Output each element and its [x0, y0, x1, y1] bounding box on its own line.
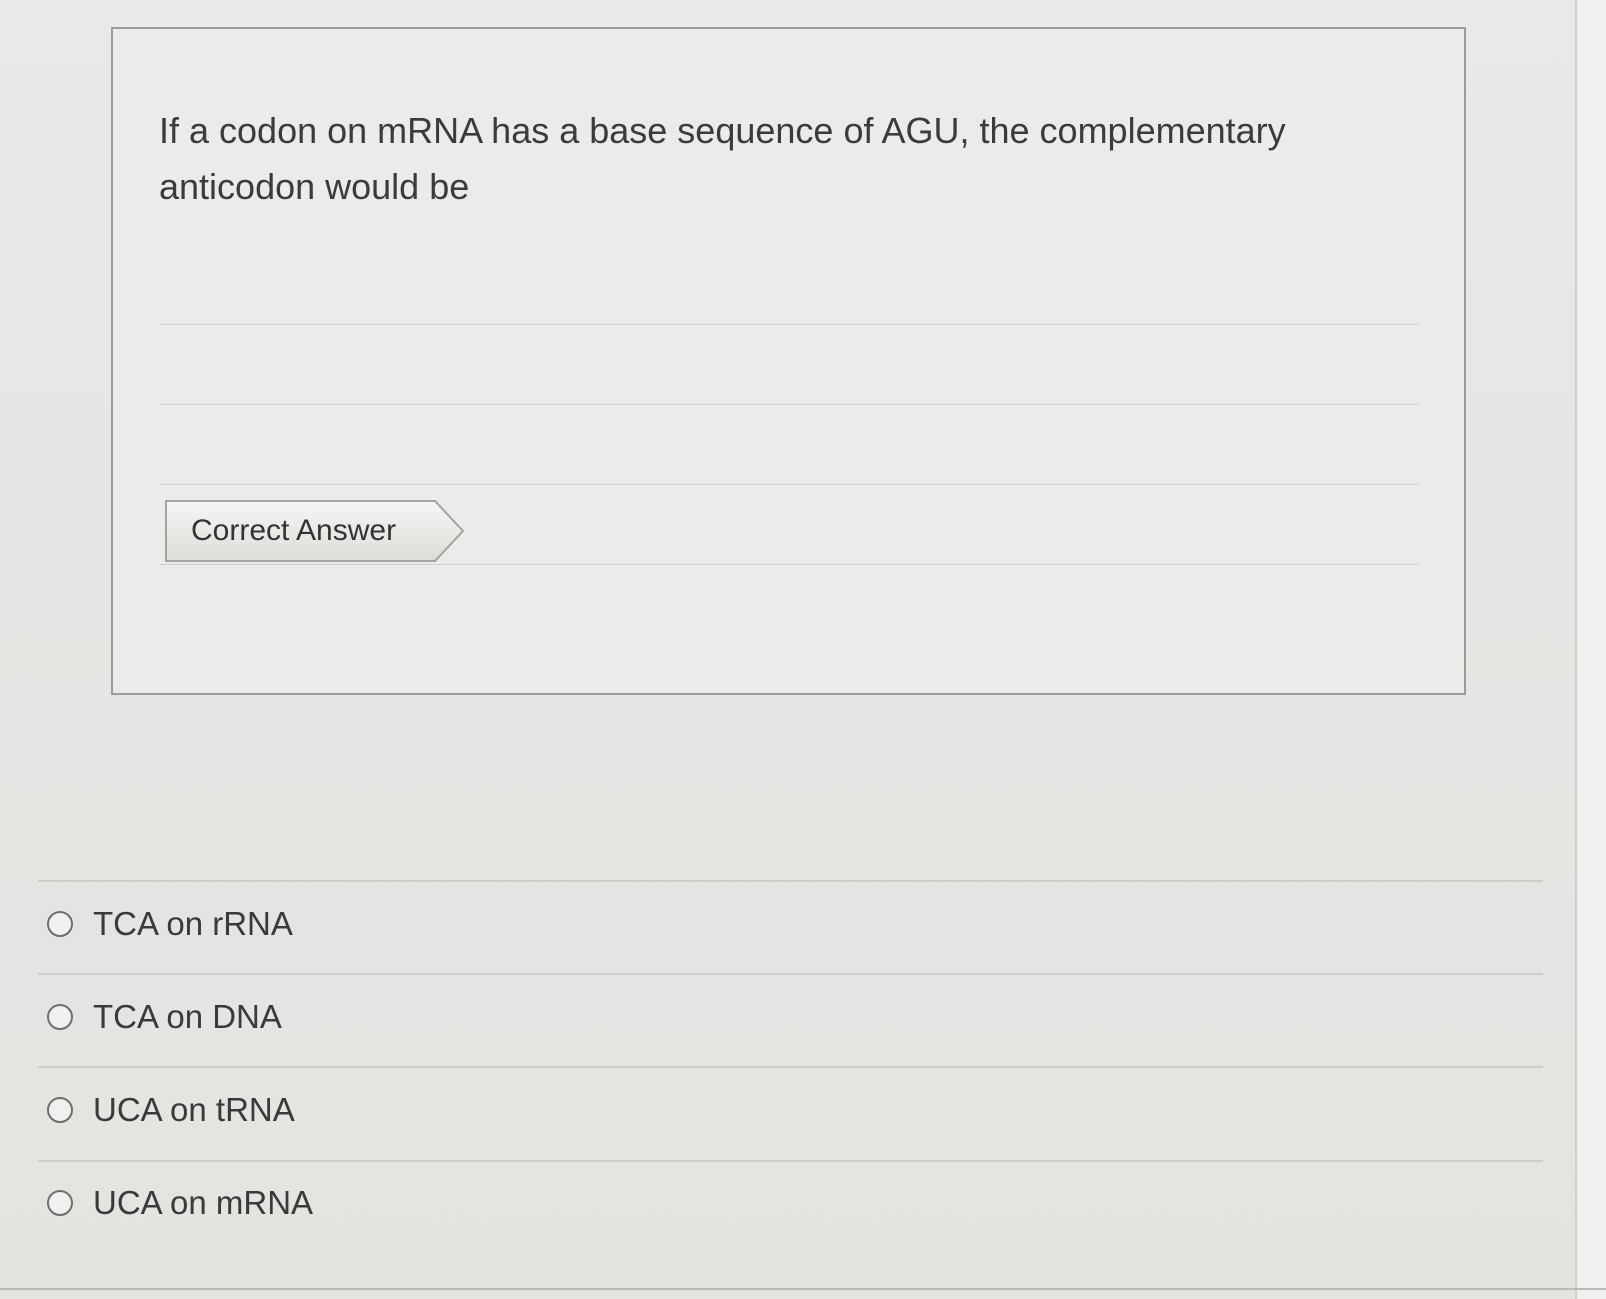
answer-line — [159, 404, 1419, 405]
option-tca-rrna[interactable]: TCA on rRNA — [47, 902, 293, 946]
option-label: UCA on mRNA — [93, 1184, 314, 1221]
option-label: UCA on tRNA — [93, 1091, 295, 1128]
option-label: TCA on rRNA — [93, 905, 293, 942]
option-divider — [38, 973, 1543, 975]
correct-answer-tag: Correct Answer — [165, 500, 465, 562]
question-text: If a codon on mRNA has a base sequence o… — [159, 110, 1286, 207]
page-right-margin — [1575, 0, 1606, 1299]
bottom-rule — [0, 1288, 1606, 1290]
question-panel: If a codon on mRNA has a base sequence o… — [111, 27, 1466, 695]
option-uca-mrna[interactable]: UCA on mRNA — [47, 1181, 313, 1225]
option-divider — [38, 880, 1543, 882]
answer-line — [159, 564, 1419, 565]
answer-line — [159, 484, 1419, 485]
answer-line — [159, 324, 1419, 325]
radio-button[interactable] — [47, 1190, 73, 1216]
option-tca-dna[interactable]: TCA on DNA — [47, 995, 282, 1039]
option-label: TCA on DNA — [93, 998, 282, 1035]
radio-button[interactable] — [47, 1097, 73, 1123]
option-uca-trna[interactable]: UCA on tRNA — [47, 1088, 295, 1132]
option-divider — [38, 1066, 1543, 1068]
radio-button[interactable] — [47, 1004, 73, 1030]
radio-button[interactable] — [47, 911, 73, 937]
correct-answer-label: Correct Answer — [191, 514, 397, 547]
option-divider — [38, 1160, 1543, 1162]
